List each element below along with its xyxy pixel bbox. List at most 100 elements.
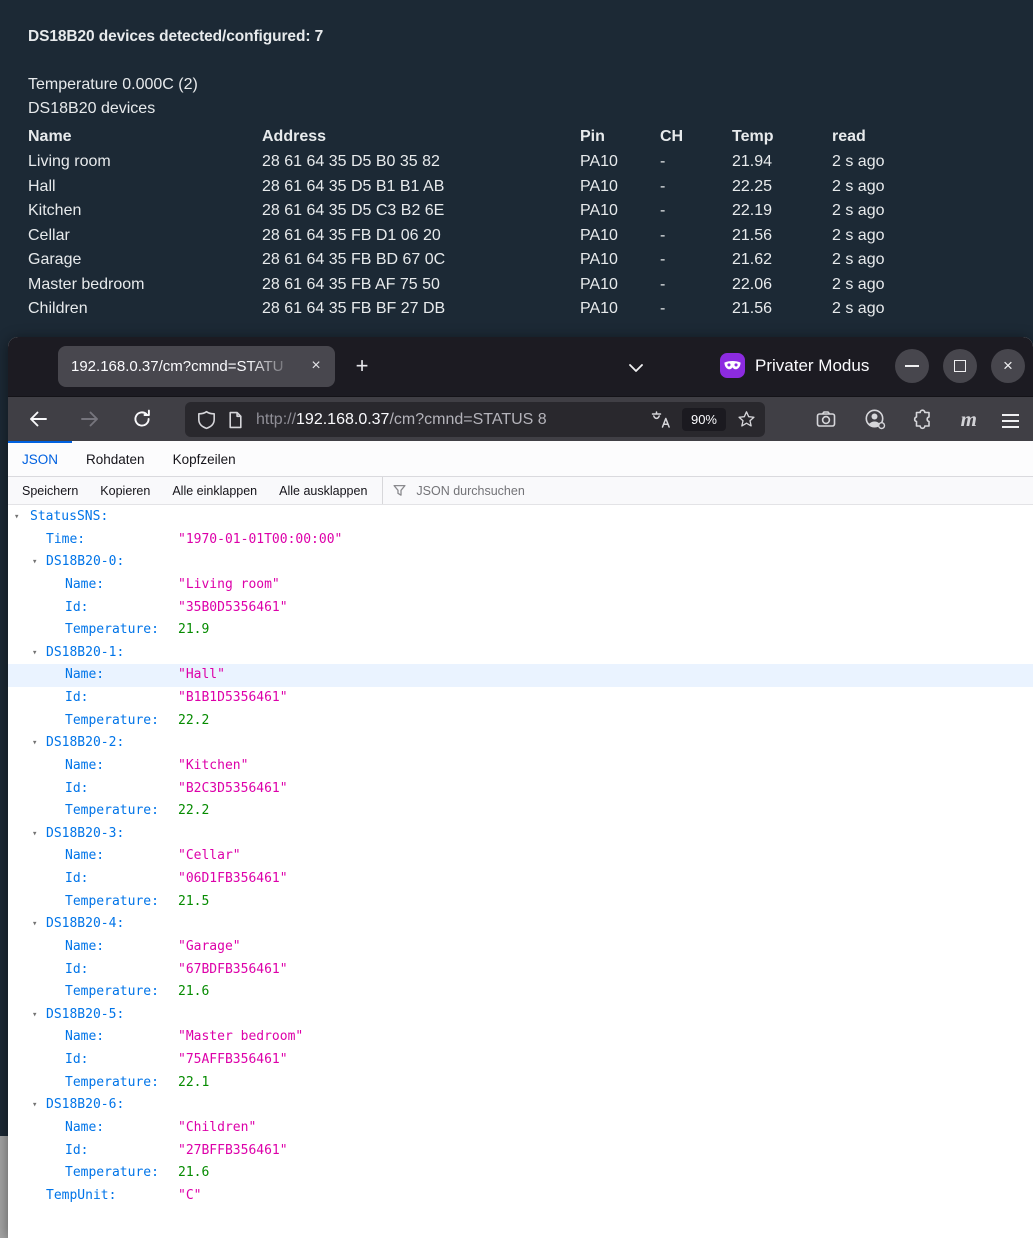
navigation-bar: http://192.168.0.37/cm?cmnd=STATUS 8 90% (8, 396, 1033, 441)
tab-json[interactable]: JSON (8, 441, 73, 476)
json-row[interactable]: Name: "Garage" (8, 936, 1033, 959)
copy-button[interactable]: Kopieren (89, 484, 161, 498)
bookmark-star-icon[interactable] (736, 409, 757, 430)
json-value: "35B0D5356461" (178, 599, 288, 615)
sensor-cell: Master bedroom (28, 275, 145, 293)
json-key: Temperature: (65, 984, 159, 1000)
json-row[interactable]: TempUnit: "C" (8, 1185, 1033, 1208)
json-value: "Children" (178, 1119, 257, 1135)
zoom-level-badge[interactable]: 90% (681, 408, 726, 431)
json-key: Temperature: (65, 803, 159, 819)
json-row[interactable]: Id: "75AFFB356461" (8, 1049, 1033, 1072)
json-key: Name: (65, 576, 105, 592)
sensor-column-header: Temp (732, 128, 774, 145)
collapse-twisty-icon[interactable]: ▾ (32, 913, 37, 936)
json-row[interactable]: Temperature: 22.1 (8, 1072, 1033, 1095)
json-value: "B1B1D5356461" (178, 690, 288, 705)
close-button[interactable]: × (991, 349, 1025, 383)
shield-icon (198, 410, 215, 429)
collapse-twisty-icon[interactable]: ▾ (32, 1094, 37, 1117)
sensor-cell: 22.06 (732, 275, 773, 293)
json-row[interactable]: Id: "06D1FB356461" (8, 868, 1033, 891)
console-devices-line: DS18B20 devices (28, 100, 156, 117)
json-row[interactable]: Name: "Master bedroom" (8, 1026, 1033, 1049)
json-row[interactable]: ▾ DS18B20-3: (8, 823, 1033, 846)
hamburger-menu-icon[interactable] (1002, 410, 1019, 428)
minimize-button[interactable] (895, 349, 929, 383)
sensor-cell: PA10 (580, 177, 618, 195)
json-row[interactable]: ▾ DS18B20-4: (8, 913, 1033, 936)
json-row[interactable]: ▾ DS18B20-1: (8, 642, 1033, 665)
tab-rohdaten[interactable]: Rohdaten (72, 441, 159, 476)
json-row[interactable]: Id: "35B0D5356461" (8, 597, 1033, 620)
json-row[interactable]: Name: "Hall" (8, 664, 1033, 687)
extension-m-icon[interactable]: m (961, 407, 977, 431)
json-row[interactable]: Temperature: 21.6 (8, 1162, 1033, 1185)
translate-icon[interactable] (650, 409, 672, 431)
expand-all-button[interactable]: Alle ausklappen (268, 484, 378, 498)
sensor-row: Cellar 28 61 64 35 FB D1 06 20 PA10 - 21.56 2… (28, 224, 1023, 249)
browser-tab[interactable]: 192.168.0.37/cm?cmnd=STATU × (58, 346, 335, 387)
collapse-twisty-icon[interactable]: ▾ (32, 1004, 37, 1027)
json-row[interactable]: ▾ StatusSNS: (8, 506, 1033, 529)
json-key: Name: (65, 1029, 105, 1045)
collapse-twisty-icon[interactable]: ▾ (32, 823, 37, 846)
json-value: "Cellar" (178, 848, 241, 864)
json-row[interactable]: Id: "67BDFB356461" (8, 959, 1033, 982)
collapse-twisty-icon[interactable]: ▾ (32, 732, 37, 755)
close-icon: × (1003, 356, 1013, 375)
json-key: Id: (65, 690, 89, 705)
back-button[interactable] (26, 407, 50, 431)
json-row[interactable]: Id: "27BFFB356461" (8, 1140, 1033, 1163)
json-row[interactable]: ▾ DS18B20-5: (8, 1004, 1033, 1027)
json-row[interactable]: ▾ DS18B20-6: (8, 1094, 1033, 1117)
json-row[interactable]: Id: "B2C3D5356461" (8, 778, 1033, 801)
forward-button[interactable] (78, 407, 102, 431)
save-button[interactable]: Speichern (8, 484, 89, 498)
list-all-tabs-button[interactable] (626, 358, 646, 378)
collapse-twisty-icon[interactable]: ▾ (32, 642, 37, 665)
maximize-button[interactable] (943, 349, 977, 383)
json-search-input[interactable] (414, 482, 719, 499)
json-row[interactable]: Temperature: 22.2 (8, 710, 1033, 733)
json-key: Name: (65, 1119, 105, 1135)
json-row[interactable]: Time: "1970-01-01T00:00:00" (8, 529, 1033, 552)
sensor-table: Name Address Pin CH Temp read Living room 28 6… (28, 124, 1023, 322)
reload-button[interactable] (130, 407, 154, 431)
extensions-puzzle-icon[interactable] (912, 407, 936, 431)
sensor-cell: 28 61 64 35 FB D1 06 20 (262, 226, 441, 244)
json-row[interactable]: Name: "Kitchen" (8, 755, 1033, 778)
window-controls: × (895, 349, 1025, 383)
json-key: Name: (65, 938, 105, 954)
json-row[interactable]: Name: "Living room" (8, 574, 1033, 597)
collapse-twisty-icon[interactable]: ▾ (32, 551, 37, 574)
json-row[interactable]: Temperature: 22.2 (8, 800, 1033, 823)
account-icon[interactable] (863, 407, 887, 431)
json-key: Name: (65, 848, 105, 864)
json-row[interactable]: ▾ DS18B20-2: (8, 732, 1033, 755)
json-value: "75AFFB356461" (178, 1052, 288, 1067)
json-key: Id: (65, 1142, 89, 1158)
sensor-cell: - (660, 300, 666, 317)
sensor-table-body: Living room 28 61 64 35 D5 B0 35 82 PA10 - 2… (28, 150, 1023, 322)
json-row[interactable]: Name: "Children" (8, 1117, 1033, 1140)
minimize-icon (905, 365, 919, 367)
json-row[interactable]: Temperature: 21.6 (8, 981, 1033, 1004)
sensor-row: Garage 28 61 64 35 FB BD 67 0C PA10 - 21.62 2… (28, 248, 1023, 273)
tab-close-icon[interactable]: × (303, 346, 329, 387)
json-row[interactable]: Id: "B1B1D5356461" (8, 687, 1033, 710)
json-row[interactable]: Name: "Cellar" (8, 845, 1033, 868)
tab-kopfzeilen[interactable]: Kopfzeilen (159, 441, 250, 476)
json-row[interactable]: Temperature: 21.5 (8, 891, 1033, 914)
json-key: DS18B20-1: (46, 644, 125, 660)
json-value: 21.9 (178, 622, 210, 638)
collapse-all-button[interactable]: Alle einklappen (161, 484, 268, 498)
json-row[interactable]: Temperature: 21.9 (8, 619, 1033, 642)
new-tab-button[interactable]: + (348, 353, 376, 381)
collapse-twisty-icon[interactable]: ▾ (14, 506, 19, 529)
url-bar[interactable]: http://192.168.0.37/cm?cmnd=STATUS 8 90% (185, 402, 765, 437)
screenshot-camera-icon[interactable] (814, 407, 838, 431)
console-section: DS18B20 devices detected/configured: 7 T… (0, 0, 1033, 336)
sensor-cell: Hall (28, 177, 56, 195)
json-row[interactable]: ▾ DS18B20-0: (8, 551, 1033, 574)
